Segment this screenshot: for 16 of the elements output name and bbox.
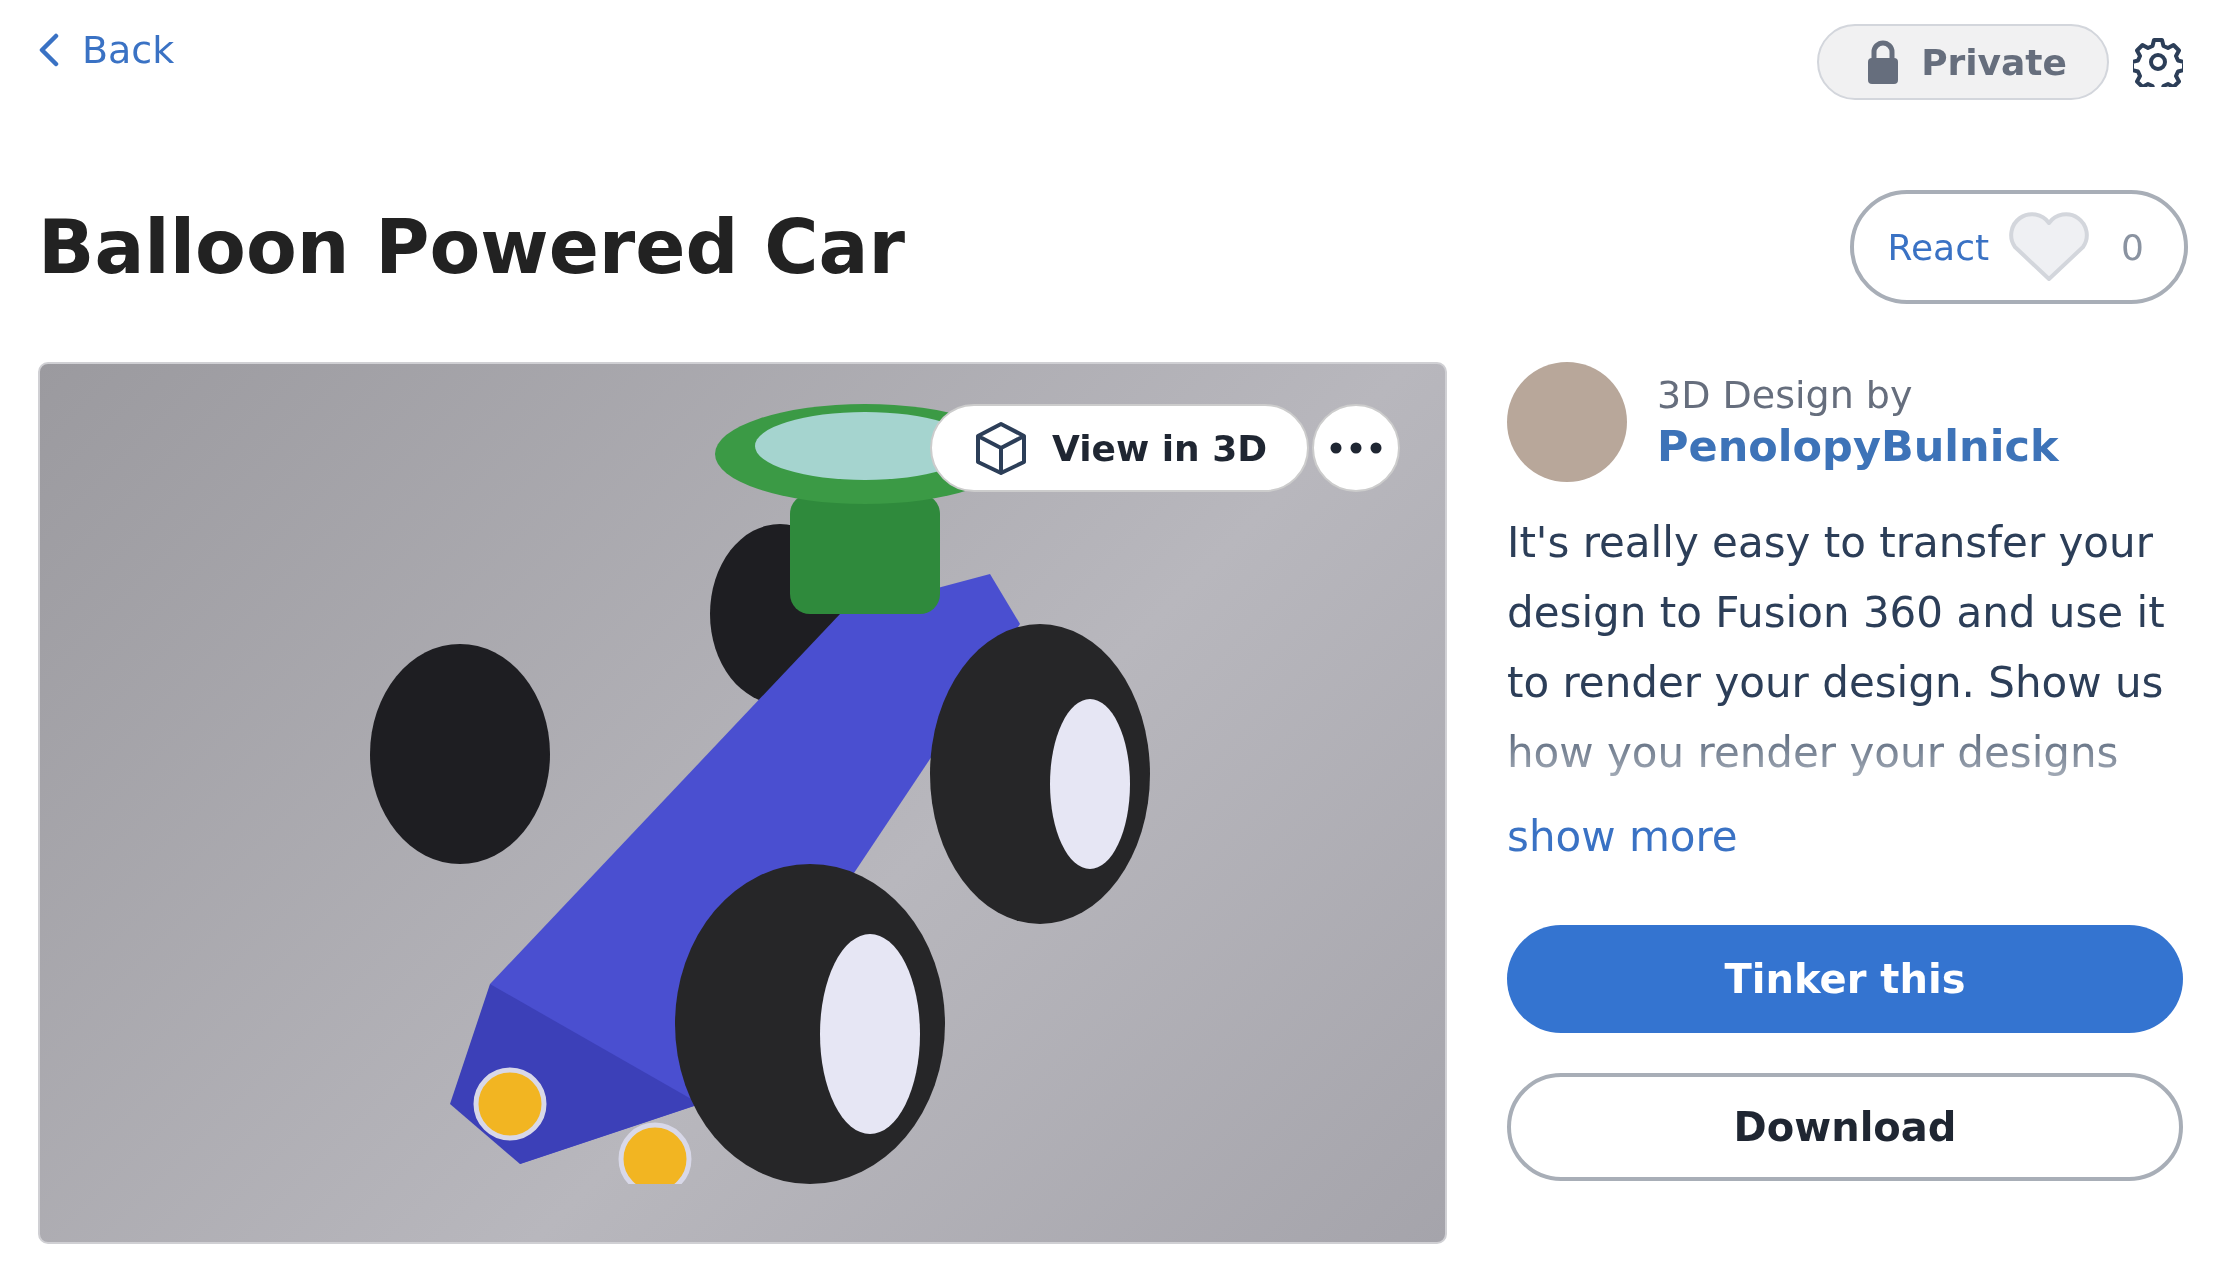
back-link[interactable]: Back xyxy=(38,28,175,72)
react-button[interactable]: React 0 xyxy=(1849,190,2188,304)
cube-icon xyxy=(974,420,1028,476)
private-button[interactable]: Private xyxy=(1817,24,2109,100)
description-text: It's really easy to transfer your design to Fusion 360 and use it to render your design. Show us how you render your designs xyxy=(1507,517,2166,779)
show-more-link[interactable]: show more xyxy=(1507,812,1738,861)
view-in-3d-button[interactable]: View in 3D xyxy=(930,404,1310,492)
author-caption: 3D Design by xyxy=(1657,373,1914,417)
page-title: Balloon Powered Car xyxy=(38,204,905,290)
settings-icon[interactable] xyxy=(2133,37,2183,87)
author-link[interactable]: PenolopyBulnick xyxy=(1657,421,2059,471)
lock-icon xyxy=(1867,40,1900,84)
tinker-button[interactable]: Tinker this xyxy=(1507,925,2183,1033)
download-button[interactable]: Download xyxy=(1507,1073,2183,1181)
more-icon xyxy=(1330,442,1382,454)
chevron-left-icon xyxy=(38,33,60,67)
